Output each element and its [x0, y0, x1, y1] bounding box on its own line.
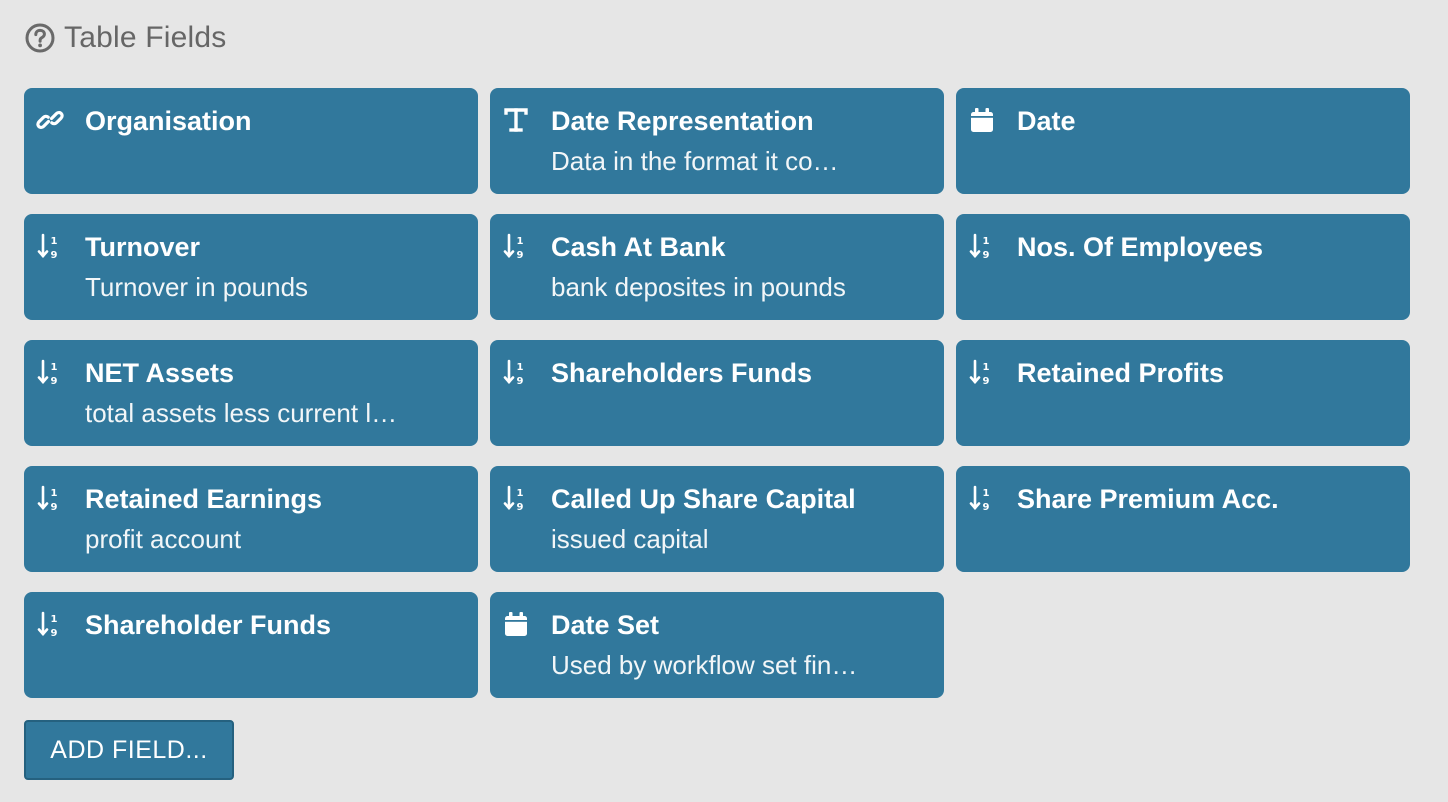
field-description: total assets less current l…: [85, 398, 398, 428]
field-description: Used by workflow set fin…: [551, 650, 858, 680]
svg-text:9: 9: [517, 502, 524, 512]
number-icon: 19: [36, 232, 64, 260]
calendar-icon: [968, 106, 996, 134]
calendar-icon: [502, 610, 530, 638]
svg-text:9: 9: [517, 250, 524, 260]
field-card[interactable]: Date Representation Data in the format it…: [490, 88, 944, 194]
field-name: Date Set: [551, 610, 660, 640]
field-name: Nos. Of Employees: [1017, 232, 1264, 262]
svg-text:9: 9: [517, 376, 524, 386]
number-icon: 19: [502, 484, 530, 512]
svg-text:1: 1: [51, 614, 58, 625]
field-name: NET Assets: [85, 358, 235, 388]
field-description: issued capital: [551, 524, 709, 554]
number-icon: 19: [968, 232, 996, 260]
link-icon: [36, 106, 64, 134]
svg-text:1: 1: [51, 362, 58, 373]
number-icon: 19: [36, 358, 64, 386]
number-icon: 19: [502, 232, 530, 260]
svg-text:9: 9: [51, 502, 58, 512]
help-circle-icon[interactable]: [24, 22, 56, 54]
field-description: profit account: [85, 524, 242, 554]
svg-text:9: 9: [983, 376, 990, 386]
field-card[interactable]: 1 9 Share Premium Acc.: [956, 466, 1410, 572]
field-card[interactable]: 1 9 Cash At Bank bank deposites in pounds: [490, 214, 944, 320]
field-grid: Organisation Date Representation Data in t…: [24, 88, 1412, 698]
field-name: Retained Profits: [1017, 358, 1225, 388]
number-icon: 19: [968, 484, 996, 512]
svg-text:1: 1: [51, 488, 58, 499]
svg-text:9: 9: [51, 376, 58, 386]
text-icon: [502, 106, 530, 134]
svg-text:9: 9: [51, 250, 58, 260]
number-icon: 19: [36, 610, 64, 638]
field-card[interactable]: 1 9 Nos. Of Employees: [956, 214, 1410, 320]
table-fields-header: Table Fields: [24, 18, 226, 58]
field-card[interactable]: 1 9 Retained Profits: [956, 340, 1410, 446]
field-name: Organisation: [85, 106, 252, 136]
field-card[interactable]: 1 9 NET Assets total assets less current l…: [24, 340, 478, 446]
field-name: Date: [1017, 106, 1076, 136]
field-card[interactable]: 1 9 Shareholders Funds: [490, 340, 944, 446]
svg-text:9: 9: [51, 628, 58, 638]
svg-text:1: 1: [983, 362, 990, 373]
svg-text:1: 1: [517, 488, 524, 499]
svg-text:9: 9: [983, 250, 990, 260]
field-name: Retained Earnings: [85, 484, 323, 514]
page-title: Table Fields: [64, 21, 227, 54]
field-name: Turnover: [85, 232, 201, 262]
field-name: Called Up Share Capital: [551, 484, 856, 514]
field-card[interactable]: 1 9 Shareholder Funds: [24, 592, 478, 698]
field-card[interactable]: Organisation: [24, 88, 478, 194]
number-icon: 19: [502, 358, 530, 386]
field-card[interactable]: 1 9 Retained Earnings profit account: [24, 466, 478, 572]
field-description: bank deposites in pounds: [551, 272, 846, 302]
add-field-button[interactable]: ADD FIELD...: [24, 720, 234, 780]
svg-text:1: 1: [983, 236, 990, 247]
field-card[interactable]: 1 9 Turnover Turnover in pounds: [24, 214, 478, 320]
field-card[interactable]: Date Set Used by workflow set fin…: [490, 592, 944, 698]
field-name: Date Representation: [551, 106, 814, 136]
field-name: Shareholder Funds: [85, 610, 332, 640]
number-icon: 19: [968, 358, 996, 386]
field-card[interactable]: 1 9 Called Up Share Capital issued capital: [490, 466, 944, 572]
field-name: Share Premium Acc.: [1017, 484, 1279, 514]
field-description: Turnover in pounds: [85, 272, 309, 302]
field-name: Cash At Bank: [551, 232, 726, 262]
svg-text:1: 1: [517, 236, 524, 247]
svg-text:1: 1: [983, 488, 990, 499]
field-description: Data in the format it co…: [551, 146, 839, 176]
svg-text:9: 9: [983, 502, 990, 512]
field-name: Shareholders Funds: [551, 358, 813, 388]
number-icon: 19: [36, 484, 64, 512]
field-card[interactable]: Date: [956, 88, 1410, 194]
svg-text:1: 1: [517, 362, 524, 373]
svg-text:1: 1: [51, 236, 58, 247]
